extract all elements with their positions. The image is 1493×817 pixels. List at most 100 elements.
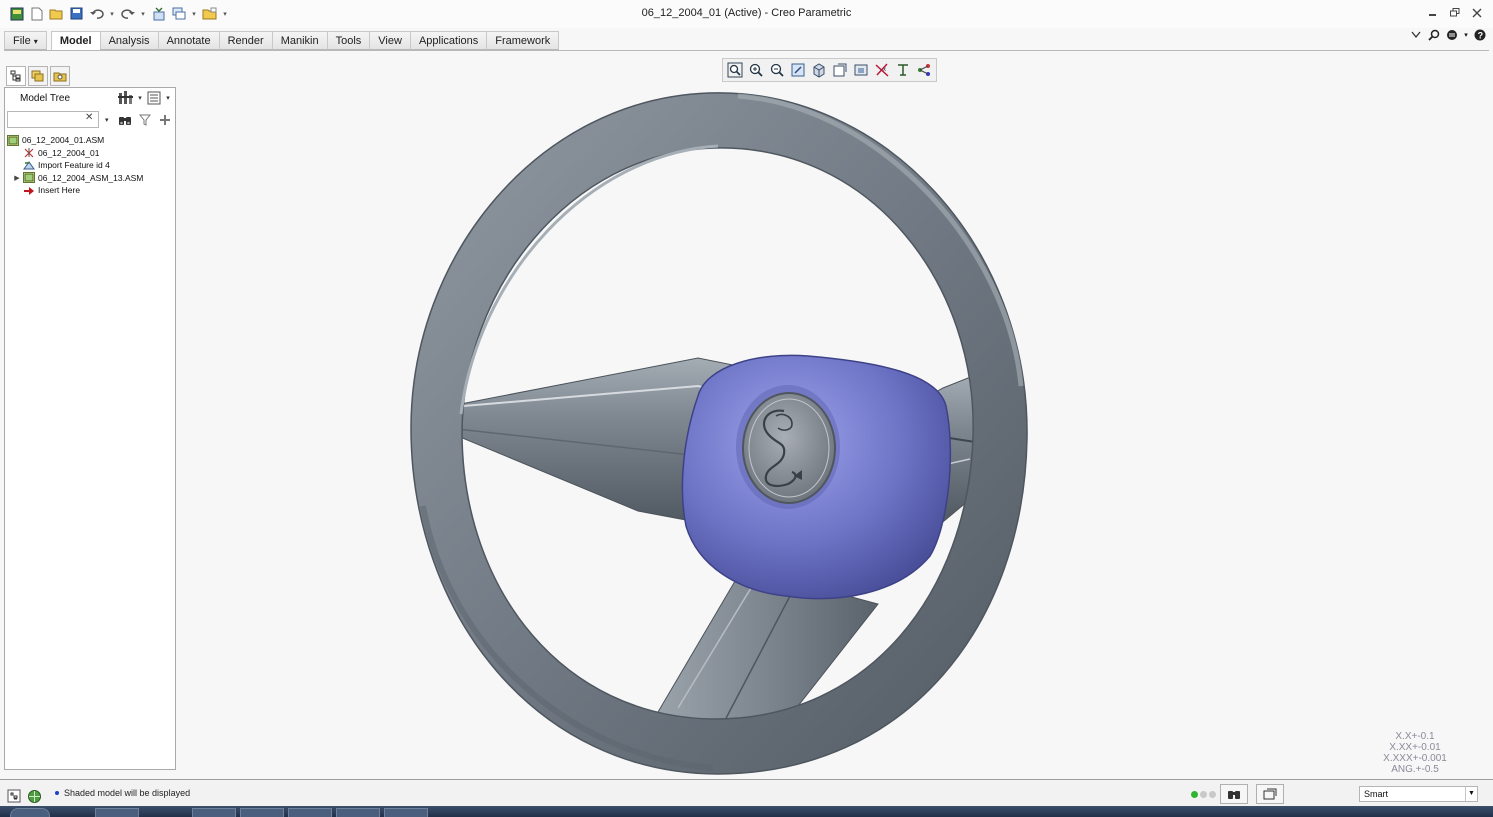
tolerance-xx: X.XX+-0.01: [1389, 742, 1441, 753]
model-tree-tab-icon[interactable]: [6, 66, 26, 86]
window-controls: [1425, 5, 1485, 21]
insert-here-icon: [23, 185, 35, 196]
tolerance-angle: ANG.+-0.5: [1391, 764, 1439, 775]
graphics-window[interactable]: [178, 56, 1489, 778]
view-manager-icon[interactable]: [851, 60, 871, 80]
tree-item-import-feature[interactable]: Import Feature id 4: [7, 159, 175, 172]
expand-arrow-icon[interactable]: ▶: [13, 174, 21, 182]
tree-item-root-assembly[interactable]: 06_12_2004_01.ASM: [7, 134, 175, 147]
datum-display-icon[interactable]: x: [872, 60, 892, 80]
tab-file[interactable]: File ▾: [4, 31, 47, 50]
help-icon[interactable]: ?: [1473, 28, 1487, 42]
os-taskbar: [0, 806, 1493, 817]
saved-orientations-icon[interactable]: [830, 60, 850, 80]
favorites-tab-icon[interactable]: [50, 66, 70, 86]
tab-applications[interactable]: Applications: [409, 31, 488, 50]
tab-render[interactable]: Render: [218, 31, 273, 50]
taskbar-item[interactable]: [192, 808, 236, 817]
coordinate-system-icon: [23, 147, 35, 158]
taskbar-item[interactable]: [288, 808, 332, 817]
zoom-in-icon[interactable]: [746, 60, 766, 80]
tree-item-label: Import Feature id 4: [38, 160, 110, 171]
regeneration-status-icon: [1191, 791, 1216, 798]
find-icon[interactable]: [117, 112, 133, 128]
file-dropdown-icon: ▾: [33, 37, 38, 46]
model-tree-header-icons: ▾ ▾: [118, 90, 172, 106]
tree-item-sub-assembly[interactable]: ▶ 06_12_2004_ASM_13.ASM: [7, 172, 175, 185]
taskbar-item[interactable]: [336, 808, 380, 817]
file-menu-label: File: [13, 35, 31, 47]
message-area: Shaded model will be displayed: [55, 788, 190, 798]
search-icon[interactable]: [1427, 28, 1441, 42]
minimize-ribbon-icon[interactable]: [1409, 28, 1423, 42]
tab-model[interactable]: Model: [50, 31, 101, 51]
tolerance-xxx: X.XXX+-0.001: [1383, 753, 1447, 764]
show-dropdown-icon[interactable]: ▾: [164, 94, 172, 102]
annotation-display-icon[interactable]: [893, 60, 913, 80]
tolerance-x: X.X+-0.1: [1395, 731, 1435, 742]
tab-analysis[interactable]: Analysis: [99, 31, 159, 50]
tree-search-row: ✕ ▾: [5, 110, 175, 130]
add-column-icon[interactable]: [157, 112, 173, 128]
tab-tools[interactable]: Tools: [326, 31, 371, 50]
find-status-icon[interactable]: [1220, 784, 1248, 804]
minimize-icon[interactable]: [1425, 5, 1441, 21]
status-message: Shaded model will be displayed: [64, 788, 191, 798]
ribbon-tabs: File ▾ Model Analysis Annotate Render Ma…: [4, 31, 560, 51]
model-tree-header: Model Tree ▾ ▾: [5, 88, 175, 109]
selection-filter-value: Smart: [1364, 789, 1389, 799]
tree-item-label: 06_12_2004_01: [38, 147, 100, 158]
tree-settings-dropdown-icon[interactable]: ▾: [136, 94, 144, 102]
window-title: 06_12_2004_01 (Active) - Creo Parametric: [641, 7, 852, 19]
tree-item-label: 06_12_2004_ASM_13.ASM: [38, 172, 144, 183]
model-tree-title: Model Tree: [20, 93, 71, 104]
steering-wheel-model: [410, 92, 1028, 775]
tab-framework[interactable]: Framework: [486, 31, 560, 50]
title-bar: ▾ ▾ ▾ ▾ 06_12_2004_01 (Active) - Creo Pa…: [0, 0, 1493, 28]
tolerance-table: X.X+-0.1 X.XX+-0.01 X.XXX+-0.001 ANG.+-0…: [1370, 731, 1460, 775]
filter-icon[interactable]: [137, 112, 153, 128]
tab-view[interactable]: View: [369, 31, 411, 50]
ribbon-right-controls: ▾ ?: [1409, 28, 1487, 42]
taskbar-item[interactable]: [384, 808, 428, 817]
tab-manikin[interactable]: Manikin: [271, 31, 328, 50]
tree-settings-icon[interactable]: [118, 90, 134, 106]
tree-item-label: 06_12_2004_01.ASM: [22, 135, 105, 146]
ribbon-divider: [4, 50, 1489, 51]
navigator-toggle-icon[interactable]: [6, 788, 22, 804]
tree-item-label: Insert Here: [38, 185, 81, 196]
resources-dropdown-icon[interactable]: ▾: [1463, 28, 1469, 42]
tree-item-insert-here[interactable]: Insert Here: [7, 184, 175, 197]
taskbar-item[interactable]: [95, 808, 139, 817]
tree-item-coordinate-system[interactable]: 06_12_2004_01: [7, 147, 175, 160]
search-history-dropdown-icon[interactable]: ▾: [105, 116, 109, 124]
tab-annotate[interactable]: Annotate: [157, 31, 220, 50]
zoom-out-icon[interactable]: [767, 60, 787, 80]
display-style-icon[interactable]: [809, 60, 829, 80]
repaint-icon[interactable]: [788, 60, 808, 80]
message-bullet-icon: [55, 791, 59, 795]
refit-icon[interactable]: [725, 60, 745, 80]
online-resources-icon[interactable]: [1445, 28, 1459, 42]
close-icon[interactable]: [1469, 5, 1485, 21]
browser-toggle-icon[interactable]: [26, 788, 42, 804]
taskbar-item[interactable]: [240, 808, 284, 817]
folder-browser-tab-icon[interactable]: [28, 66, 48, 86]
navigator-tabs: [6, 66, 70, 86]
svg-text:x: x: [883, 67, 886, 73]
model-tree: 06_12_2004_01.ASM 06_12_2004_01 Import F…: [7, 134, 175, 197]
spin-center-icon[interactable]: [914, 60, 934, 80]
chevron-down-icon: ▼: [1465, 787, 1477, 801]
cobra-emblem: [742, 392, 836, 504]
assembly-icon: [23, 172, 35, 184]
clear-search-icon[interactable]: ✕: [85, 112, 93, 123]
restore-icon[interactable]: [1447, 5, 1463, 21]
assembly-icon: [7, 134, 19, 146]
import-feature-icon: [23, 160, 35, 171]
selection-filter-dropdown[interactable]: Smart ▼: [1359, 786, 1478, 802]
show-icon[interactable]: [146, 90, 162, 106]
selection-buffer-icon[interactable]: [1256, 784, 1284, 804]
model-tree-panel: Model Tree ▾ ▾ ✕ ▾ 06_12_2004_01.ASM 06_…: [4, 87, 176, 770]
svg-text:?: ?: [1478, 30, 1484, 40]
start-button[interactable]: [10, 808, 50, 817]
